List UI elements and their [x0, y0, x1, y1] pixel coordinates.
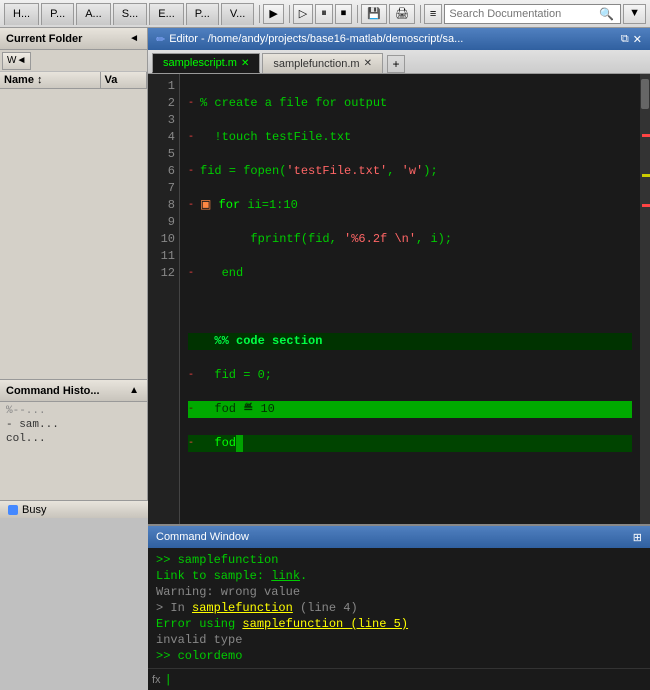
list-item[interactable]: %--...: [6, 404, 141, 418]
toolbar-tab-v[interactable]: V...: [221, 3, 255, 25]
cmd-history-content: %--... - sam... col...: [0, 402, 147, 500]
scrollbar-mark: [642, 174, 650, 177]
cmd-cursor[interactable]: |: [165, 673, 172, 687]
editor-close-btn[interactable]: ✕: [633, 33, 642, 46]
cmd-line: Error using samplefunction (line 5): [156, 616, 642, 632]
editor-titlebar: ✏ Editor - /home/andy/projects/base16-ma…: [148, 28, 650, 50]
toolbar-tab-s[interactable]: S...: [113, 3, 148, 25]
tab-label: samplefunction.m: [273, 58, 359, 70]
folder-nav-btn[interactable]: W◄: [2, 52, 31, 70]
cmd-history-panel: Command Histo... ▲ %--... - sam... col..…: [0, 380, 147, 500]
fx-label: fx: [152, 674, 161, 686]
current-folder-collapse[interactable]: ◄: [127, 33, 141, 44]
current-folder-header: Current Folder ◄: [0, 28, 147, 50]
play-button[interactable]: ▶: [263, 4, 283, 24]
tab-label: samplescript.m: [163, 57, 237, 69]
search-box[interactable]: 🔍: [444, 4, 621, 24]
cmd-line: > In samplefunction (line 4): [156, 600, 642, 616]
toolbar-separator2: [289, 5, 290, 23]
right-panel: ✏ Editor - /home/andy/projects/base16-ma…: [148, 28, 650, 500]
status-text: Busy: [22, 504, 46, 516]
tab-close-icon[interactable]: ✕: [364, 58, 372, 69]
code-line: - fod ≝ 10: [188, 401, 632, 418]
col-value-header: Va: [100, 72, 147, 89]
code-line: -fid = fopen('testFile.txt', 'w');: [188, 163, 632, 180]
cmd-history-header: Command Histo... ▲: [0, 380, 147, 402]
editor-scrollbar[interactable]: [640, 74, 650, 524]
toolbar-tab-p[interactable]: P...: [41, 3, 74, 25]
folder-table: Name ↕ Va: [0, 72, 147, 379]
toolbar-print[interactable]: 🖨: [389, 4, 415, 24]
folder-toolbar: W◄: [0, 50, 147, 72]
cmd-history-collapse[interactable]: ▲: [127, 385, 141, 396]
scrollbar-thumb: [641, 79, 649, 109]
cmd-line: >> samplefunction: [156, 552, 642, 568]
toolbar-extra1[interactable]: ▷: [293, 4, 313, 24]
cmd-input-area: fx |: [148, 668, 650, 690]
editor-area: ✏ Editor - /home/andy/projects/base16-ma…: [148, 28, 650, 526]
toolbar: H... P... A... S... E... P... V... ▶ ▷ ⏸…: [0, 0, 650, 28]
status-indicator: [8, 505, 18, 515]
editor-icon: ✏: [156, 33, 165, 46]
cmd-window-titlebar: Command Window ⊞: [148, 526, 650, 548]
code-line: - fod: [188, 435, 632, 452]
cmd-window-title: Command Window: [156, 531, 633, 543]
code-line: -% create a file for output: [188, 95, 632, 112]
cmd-line: Warning: wrong value: [156, 584, 642, 600]
list-item[interactable]: - sam...: [6, 418, 141, 432]
code-line: -: [188, 299, 632, 316]
tab-samplescript[interactable]: samplescript.m ✕: [152, 53, 260, 73]
filter-button[interactable]: ▼: [623, 4, 646, 24]
tab-samplefunction[interactable]: samplefunction.m ✕: [262, 53, 383, 73]
code-line: - fid = 0;: [188, 367, 632, 384]
code-line: - !touch testFile.txt: [188, 129, 632, 146]
toolbar-tab-home[interactable]: H...: [4, 3, 39, 25]
toolbar-arrow[interactable]: ≡: [424, 4, 442, 24]
code-line: - end: [188, 265, 632, 282]
command-window: Command Window ⊞ >> samplefunction Link …: [148, 526, 650, 690]
col-name-header: Name ↕: [0, 72, 100, 89]
scrollbar-mark: [642, 134, 650, 137]
code-line: - %% code section: [188, 333, 632, 350]
editor-tabs: samplescript.m ✕ samplefunction.m ✕ +: [148, 50, 650, 74]
toolbar-tab-e[interactable]: E...: [149, 3, 184, 25]
editor-title: Editor - /home/andy/projects/base16-matl…: [169, 33, 617, 45]
line-numbers: 123456 789101112: [148, 74, 180, 524]
list-item[interactable]: col...: [6, 432, 141, 446]
toolbar-tab-p2[interactable]: P...: [186, 3, 219, 25]
toolbar-separator4: [420, 5, 421, 23]
cmd-expand-btn[interactable]: ⊞: [633, 531, 642, 544]
left-panel: Current Folder ◄ W◄ Name ↕ Va: [0, 28, 148, 500]
tab-add-button[interactable]: +: [387, 55, 405, 73]
cmd-line: >> colordemo: [156, 648, 642, 664]
toolbar-extra2[interactable]: ⏸: [315, 4, 333, 24]
scrollbar-mark: [642, 204, 650, 207]
search-input[interactable]: [449, 8, 599, 20]
main-layout: Current Folder ◄ W◄ Name ↕ Va: [0, 28, 650, 500]
current-folder-panel: Current Folder ◄ W◄ Name ↕ Va: [0, 28, 147, 380]
cmd-history-title: Command Histo...: [6, 385, 127, 397]
tab-close-icon[interactable]: ✕: [241, 58, 249, 69]
code-line: -: [188, 469, 632, 486]
cmd-line: Link to sample: link.: [156, 568, 642, 584]
editor-code-area[interactable]: 123456 789101112 -% create a file for ou…: [148, 74, 650, 524]
cmd-line: invalid type: [156, 632, 642, 648]
toolbar-separator3: [357, 5, 358, 23]
toolbar-separator: [259, 5, 260, 23]
toolbar-save[interactable]: 💾: [361, 4, 387, 24]
code-line: - fprintf(fid, '%6.2f \n', i);: [188, 231, 632, 248]
search-icon: 🔍: [599, 7, 614, 21]
code-line: -▣ for ii=1:10: [188, 197, 632, 214]
cmd-output: >> samplefunction Link to sample: link. …: [148, 548, 650, 668]
editor-undock-btn[interactable]: ⧉: [621, 33, 629, 46]
toolbar-tab-a[interactable]: A...: [76, 3, 111, 25]
current-folder-title: Current Folder: [6, 33, 127, 45]
code-content: -% create a file for output - !touch tes…: [180, 74, 640, 524]
toolbar-extra3[interactable]: ⏹: [335, 4, 353, 24]
